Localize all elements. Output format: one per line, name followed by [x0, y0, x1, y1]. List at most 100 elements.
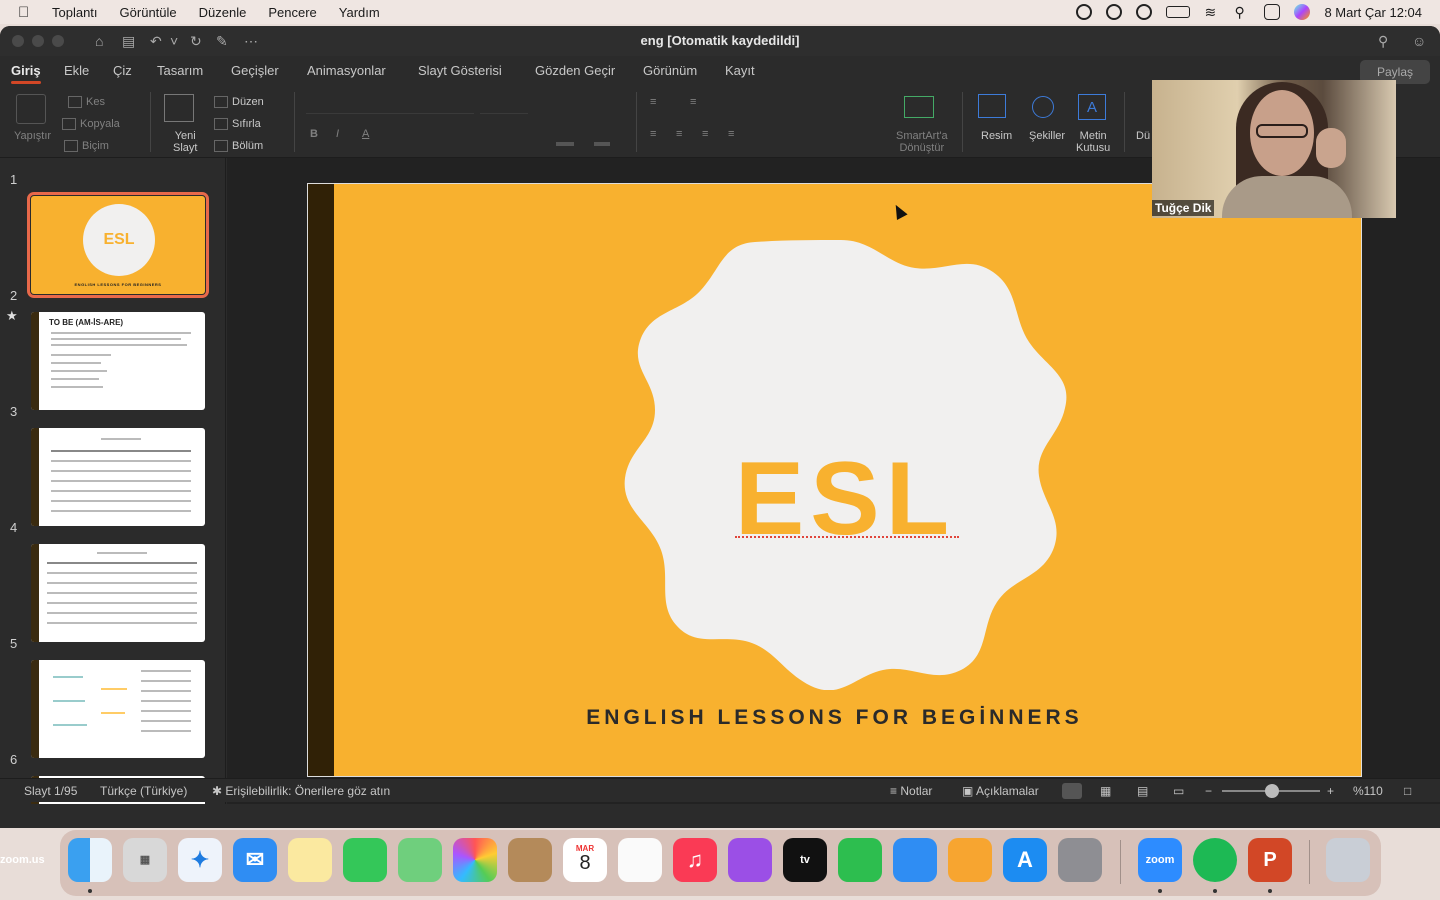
paste-button[interactable]: Yapıştır — [14, 130, 51, 142]
font-size-select[interactable] — [480, 96, 528, 114]
slide-thumbnail-4[interactable] — [31, 544, 205, 642]
slideshow-button[interactable]: ▭ — [1173, 784, 1184, 798]
photos-icon[interactable] — [453, 838, 497, 882]
apple-menu-icon[interactable]:  — [18, 4, 38, 21]
finder-icon[interactable] — [68, 838, 112, 882]
reading-view-button[interactable]: ▤ — [1137, 784, 1148, 798]
bold-button[interactable]: B — [310, 128, 318, 140]
spotify-icon[interactable] — [1193, 838, 1237, 882]
apple-tv-icon[interactable]: tv — [783, 838, 827, 882]
safari-icon[interactable]: ✦ — [178, 838, 222, 882]
grammarly-icon[interactable] — [1076, 4, 1093, 20]
tab-gozden-gecir[interactable]: Gözden Geçir — [535, 63, 615, 78]
menu-item-yardim[interactable]: Yardım — [339, 5, 380, 20]
video-thumbnail[interactable]: Tuğçe Dik — [1152, 80, 1396, 218]
font-color-button[interactable] — [594, 142, 610, 146]
slide-subtitle[interactable]: ENGLISH LESSONS FOR BEGİNNERS — [307, 706, 1362, 730]
mail-icon[interactable]: ✉ — [233, 838, 277, 882]
picture-icon[interactable] — [978, 94, 1006, 118]
pages-icon[interactable] — [948, 838, 992, 882]
menu-item-goruntule[interactable]: Görüntüle — [120, 5, 177, 20]
menu-app-name[interactable]: zoom.us — [0, 838, 45, 882]
paste-icon[interactable] — [16, 94, 46, 124]
system-settings-icon[interactable] — [1058, 838, 1102, 882]
slide-sorter-button[interactable]: ▦ — [1100, 784, 1111, 798]
tab-kayit[interactable]: Kayıt — [725, 63, 755, 78]
highlight-color-button[interactable] — [556, 142, 574, 146]
play-icon[interactable] — [1136, 4, 1153, 20]
arrange-button[interactable]: Dü — [1136, 130, 1150, 142]
menu-item-duzenle[interactable]: Düzenle — [199, 5, 247, 20]
zoom-out-button[interactable]: − — [1205, 784, 1212, 798]
music-icon[interactable]: ♫ — [673, 838, 717, 882]
zoom-in-button[interactable]: + — [1327, 784, 1334, 798]
slide-thumbnail-1[interactable]: ESL ENGLISH LESSONS FOR BEGINNERS — [27, 192, 209, 298]
user-account-icon[interactable] — [1106, 4, 1123, 20]
slide-thumbnail-5[interactable] — [31, 660, 205, 758]
slide-thumbnail-pane[interactable]: 1 ESL ENGLISH LESSONS FOR BEGINNERS 2 ★ … — [0, 158, 226, 804]
zoom-slider-handle[interactable] — [1265, 784, 1279, 798]
tab-slayt-gosterisi[interactable]: Slayt Gösterisi — [418, 63, 502, 78]
menu-datetime[interactable]: 8 Mart Çar 12:04 — [1324, 5, 1422, 20]
accessibility-check[interactable]: ✱ Erişilebilirlik: Önerilere göz atın — [212, 784, 390, 798]
smartart-button[interactable]: SmartArt'a Dönüştür — [896, 130, 948, 154]
siri-icon[interactable] — [1294, 4, 1311, 20]
shapes-button[interactable]: Şekiller — [1029, 130, 1065, 142]
tab-giris[interactable]: Giriş — [11, 63, 41, 84]
battery-icon[interactable] — [1166, 6, 1191, 18]
normal-view-button[interactable] — [1062, 783, 1082, 799]
textbox-button[interactable]: Metin Kutusu — [1076, 130, 1110, 154]
comments-button[interactable]: ▣ Açıklamalar — [962, 784, 1039, 798]
menu-item-toplanti[interactable]: Toplantı — [52, 5, 98, 20]
numbering-button[interactable]: ≡ — [690, 96, 696, 108]
menu-item-pencere[interactable]: Pencere — [268, 5, 316, 20]
italic-button[interactable]: I — [336, 128, 339, 140]
maps-icon[interactable] — [398, 838, 442, 882]
font-family-select[interactable] — [306, 96, 474, 114]
zoom-level[interactable]: %110 — [1353, 784, 1383, 798]
textbox-icon[interactable]: A — [1078, 94, 1106, 120]
control-center-icon[interactable] — [1264, 4, 1281, 20]
tab-gorunum[interactable]: Görünüm — [643, 63, 697, 78]
notes-app-icon[interactable] — [288, 838, 332, 882]
podcasts-icon[interactable] — [728, 838, 772, 882]
align-right-button[interactable]: ≡ — [702, 128, 708, 140]
calendar-icon[interactable]: MAR 8 — [563, 838, 607, 882]
keynote-icon[interactable] — [893, 838, 937, 882]
app-store-icon[interactable]: A — [1003, 838, 1047, 882]
search-icon[interactable]: ⚲ — [1234, 4, 1250, 20]
justify-button[interactable]: ≡ — [728, 128, 734, 140]
new-slide-button[interactable]: Yeni Slayt — [173, 130, 197, 154]
numbers-icon[interactable] — [838, 838, 882, 882]
tab-gecisler[interactable]: Geçişler — [231, 63, 279, 78]
trash-icon[interactable] — [1326, 838, 1370, 882]
layout-button[interactable]: Düzen — [214, 96, 264, 109]
contacts-icon[interactable] — [508, 838, 552, 882]
picture-button[interactable]: Resim — [981, 130, 1012, 142]
new-slide-icon[interactable] — [164, 94, 194, 122]
fit-to-window-button[interactable]: □ — [1404, 784, 1411, 798]
section-button[interactable]: Bölüm — [214, 140, 263, 153]
slide-thumbnail-2[interactable]: TO BE (AM-İS-ARE) — [31, 312, 205, 410]
tab-ekle[interactable]: Ekle — [64, 63, 89, 78]
align-left-button[interactable]: ≡ — [650, 128, 656, 140]
tab-ciz[interactable]: Çiz — [113, 63, 132, 78]
smartart-icon[interactable] — [904, 96, 934, 118]
shapes-icon[interactable] — [1032, 96, 1054, 118]
search-icon[interactable]: ⚲ — [1378, 33, 1388, 50]
notes-button[interactable]: ≡ Notlar — [890, 784, 932, 798]
language-indicator[interactable]: Türkçe (Türkiye) — [100, 784, 187, 798]
messages-icon[interactable] — [343, 838, 387, 882]
reminders-icon[interactable] — [618, 838, 662, 882]
align-center-button[interactable]: ≡ — [676, 128, 682, 140]
underline-button[interactable]: A — [362, 128, 369, 140]
copy-button[interactable]: Kopyala — [62, 118, 120, 131]
launchpad-icon[interactable]: ▦ — [123, 838, 167, 882]
tab-tasarim[interactable]: Tasarım — [157, 63, 203, 78]
account-icon[interactable]: ☺ — [1412, 33, 1426, 49]
zoom-app-icon[interactable]: zoom — [1138, 838, 1182, 882]
slide-title[interactable]: ESL — [615, 440, 1075, 559]
cut-button[interactable]: Kes — [68, 96, 105, 109]
wifi-icon[interactable]: ≋ — [1204, 4, 1220, 20]
slide-thumbnail-3[interactable] — [31, 428, 205, 526]
